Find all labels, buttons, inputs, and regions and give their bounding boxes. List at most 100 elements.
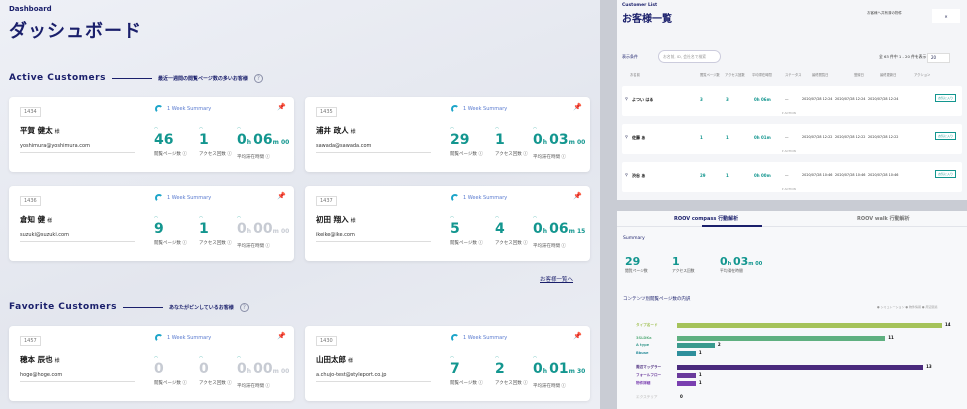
minutes: 01 (549, 361, 569, 377)
pin-icon[interactable]: ⚲ (625, 172, 628, 177)
customer-card[interactable]: 1434 平賀 健太様 yoshimura@yoshimura.com 1 Week … (9, 97, 294, 172)
week-summary-text: 1 Week Summary (463, 106, 508, 112)
access-label: アクセス回数 (672, 268, 695, 273)
customer-name[interactable]: 佐藤 あ (632, 135, 645, 141)
column-header[interactable]: 閲覧ページ数 (700, 72, 720, 77)
pin-icon[interactable]: ⚲ (625, 134, 628, 139)
pages-label: 閲覧ページ数 (625, 268, 648, 273)
bar-label: タイプ名ード (636, 323, 658, 327)
time-value: 0h 06m 15 (533, 222, 585, 239)
customer-card[interactable]: 1437 初田 翔入様 ikeike@ike.com 1 Week Summary 📌 ⌒… (305, 186, 590, 261)
hours: 0 (533, 132, 543, 148)
customer-card[interactable]: 1457 穂本 辰也様 hoge@hoge.com 1 Week Summary 📌 ⌒ 0… (9, 326, 294, 401)
minutes: 06 (549, 221, 569, 237)
stat-access: ⌒ 1 アクセス回数 ⓘ (495, 127, 528, 157)
honorific: 様 (350, 218, 356, 224)
minutes-unit: m (568, 228, 577, 235)
column-header[interactable]: 最終閲覧日 (812, 72, 828, 77)
access-label: アクセス回数 ⓘ (199, 241, 232, 246)
summary-icon (155, 105, 163, 113)
week-summary-text: 1 Week Summary (167, 106, 212, 112)
pages-label: 閲覧ページ数 ⓘ (450, 152, 483, 157)
bar[interactable] (677, 373, 696, 378)
bar[interactable] (677, 381, 696, 386)
bar[interactable] (677, 323, 942, 328)
column-header[interactable]: 平均滞在時間 (752, 72, 772, 77)
pages-label: 閲覧ページ数 ⓘ (450, 381, 483, 386)
tab-compass[interactable]: ROOV compass 行動解析 (674, 215, 738, 222)
stat-access: ⌒ 4 アクセス回数 ⓘ (495, 216, 528, 246)
pin-icon[interactable]: 📌 (277, 332, 286, 340)
analysis-panel: ROOV compass 行動解析 ROOV walk 行動解析 Summary… (617, 211, 967, 409)
bar[interactable] (677, 336, 886, 341)
favorite-button[interactable]: お気に入り (934, 94, 956, 102)
column-header[interactable]: 登録日 (854, 72, 864, 77)
stat-time: ⌒ 0h 00m 00 平均滞在時間 ⓘ (237, 356, 289, 389)
hours: 0 (237, 221, 247, 237)
customer-name[interactable]: 渋谷 あ (632, 173, 645, 179)
column-header[interactable]: ステータス (785, 72, 801, 77)
last-date-cell: 2020/07/28 10:46 (802, 173, 833, 177)
bar-row: Bbuse 1 (622, 350, 962, 358)
week-summary-label: 1 Week Summary (451, 194, 507, 202)
customer-card[interactable]: 1436 倉知 健様 suzuki@suzuki.com 1 Week Summary… (9, 186, 294, 261)
favorite-button[interactable]: お気に入り (934, 170, 956, 178)
table-header: お名前 閲覧ページ数 アクセス回数 平均滞在時間 ステータス 最終閲覧日 登録日 最終更新日 ア… (622, 72, 962, 80)
bar[interactable] (677, 351, 696, 356)
help-icon[interactable]: ? (253, 73, 263, 83)
pages-value: 29 (625, 255, 641, 268)
table-row[interactable]: ⚲ 渋谷 あ 29 1 0h 00m ― 2020/07/28 10:46 2020/07/2… (622, 162, 962, 192)
reg-date-cell: 2020/07/28 12:24 (835, 97, 866, 101)
stat-access: ⌒ 1 アクセス回数 ⓘ (199, 216, 232, 246)
search-input[interactable]: お名前, ID, 会社名で検索 (658, 50, 721, 63)
customer-name[interactable]: 穂本 辰也様 (20, 354, 60, 365)
reg-date-cell: 2020/07/28 12:22 (835, 135, 866, 139)
bar-row: 周辺マッグラー 13 (622, 364, 962, 372)
pages-label: 閲覧ページ数 ⓘ (154, 381, 187, 386)
customer-name[interactable]: よつい はる (632, 97, 653, 103)
close-button[interactable]: ✕ (932, 9, 960, 23)
action-toggle[interactable]: ▾ ACTION (782, 111, 796, 115)
help-icon[interactable]: ? (239, 302, 249, 312)
bar[interactable] (677, 343, 715, 348)
breadcrumb: Customer List (622, 3, 658, 8)
action-toggle[interactable]: ▾ ACTION (782, 187, 796, 191)
action-toggle[interactable]: ▾ ACTION (782, 149, 796, 153)
customer-card[interactable]: 1435 浦井 政人様 sawada@sawada.com 1 Week Summar… (305, 97, 590, 172)
time-value: 0h 03m 00 (533, 133, 585, 150)
pin-icon[interactable]: 📌 (277, 103, 286, 111)
chart-legend: ● シミュレーション ● 物件情報 ● 周辺環境 (877, 305, 938, 309)
table-row[interactable]: ⚲ 佐藤 あ 1 1 0h 01m ― 2020/07/28 12:22 2020/07/28… (622, 124, 962, 154)
column-header[interactable]: 最終更新日 (880, 72, 896, 77)
column-header[interactable]: お名前 (630, 72, 640, 77)
upd-date-cell: 2020/07/28 12:22 (868, 135, 899, 139)
table-row[interactable]: ⚲ よつい はる 3 3 0h 06m ― 2020/07/28 12:24 2020/07/… (622, 86, 962, 116)
pin-icon[interactable]: 📌 (573, 192, 582, 200)
summary-icon (451, 334, 459, 342)
pin-icon[interactable]: ⚲ (625, 96, 628, 101)
customer-name[interactable]: 平賀 健太様 (20, 125, 60, 136)
minutes: 00 (253, 361, 273, 377)
column-header[interactable]: アクセス回数 (725, 72, 745, 77)
hours: 0 (237, 132, 247, 148)
stat-pages: ⌒ 46 閲覧ページ数 ⓘ (154, 127, 187, 157)
tab-bar: ROOV compass 行動解析 ROOV walk 行動解析 (617, 211, 967, 227)
seconds: 15 (576, 228, 586, 235)
filter-dropdown[interactable]: 表示条件 (622, 54, 638, 60)
customer-name[interactable]: 山田太郎様 (316, 354, 353, 365)
access-label: アクセス回数 ⓘ (199, 381, 232, 386)
customer-list-link[interactable]: お客様一覧へ (540, 275, 573, 283)
customer-card[interactable]: 1430 山田太郎様 a.chujo-test@styleport.co.jp 1 W… (305, 326, 590, 401)
bar[interactable] (677, 365, 924, 370)
per-page-select[interactable]: 20 (927, 53, 950, 63)
column-header[interactable]: アクション (914, 72, 930, 77)
favorite-button[interactable]: お気に入り (934, 132, 956, 140)
pin-icon[interactable]: 📌 (573, 332, 582, 340)
access-cell: 1 (726, 173, 729, 178)
pin-icon[interactable]: 📌 (573, 103, 582, 111)
tab-walk[interactable]: ROOV walk 行動解析 (857, 215, 910, 222)
customer-name[interactable]: 倉知 健様 (20, 214, 52, 225)
customer-name[interactable]: 浦井 政人様 (316, 125, 356, 136)
customer-name[interactable]: 初田 翔入様 (316, 214, 356, 225)
pin-icon[interactable]: 📌 (277, 192, 286, 200)
